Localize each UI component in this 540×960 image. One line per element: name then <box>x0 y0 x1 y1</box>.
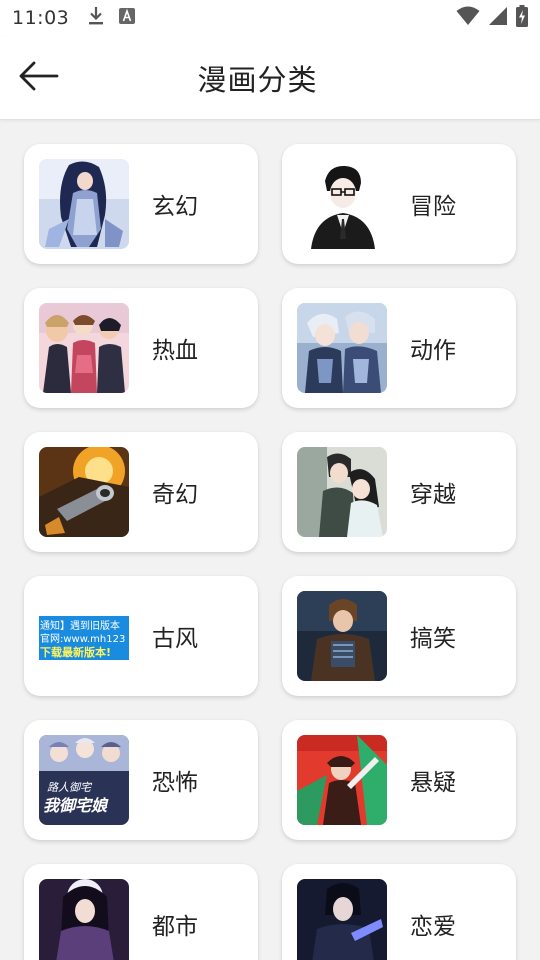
notice-line-1: 通知】遇到旧版本 <box>40 619 120 632</box>
category-card-ancient[interactable]: 通知】遇到旧版本 官网:www.mh123 下载最新版本! 古风 <box>24 576 258 696</box>
category-thumbnail <box>297 591 387 681</box>
category-thumbnail <box>39 447 129 537</box>
category-thumbnail: 通知】遇到旧版本 官网:www.mh123 下载最新版本! <box>39 591 129 681</box>
category-card-urban[interactable]: 都市 <box>24 864 258 960</box>
category-thumbnail <box>39 879 129 960</box>
category-label: 穿越 <box>410 482 456 508</box>
status-time: 11:03 <box>12 7 70 29</box>
category-grid: 玄幻 冒险 热血 动作 奇幻 穿越 通知】遇到旧版本 官网:www.mh123 … <box>0 121 540 960</box>
category-thumbnail <box>297 879 387 960</box>
category-card-comedy[interactable]: 搞笑 <box>282 576 516 696</box>
category-card-timetravel[interactable]: 穿越 <box>282 432 516 552</box>
category-card-romance[interactable]: 恋爱 <box>282 864 516 960</box>
category-card-fantasy[interactable]: 玄幻 <box>24 144 258 264</box>
category-card-mystery[interactable]: 悬疑 <box>282 720 516 840</box>
notice-line-2: 官网:www.mh123 <box>40 632 125 645</box>
category-card-action[interactable]: 动作 <box>282 288 516 408</box>
category-card-adventure[interactable]: 冒险 <box>282 144 516 264</box>
download-icon <box>87 6 105 30</box>
category-label: 奇幻 <box>152 482 198 508</box>
category-card-horror[interactable]: 路人御宅 我御宅娘 恐怖 <box>24 720 258 840</box>
category-thumbnail <box>39 303 129 393</box>
category-card-passion[interactable]: 热血 <box>24 288 258 408</box>
category-label: 悬疑 <box>410 770 456 796</box>
category-thumbnail <box>297 447 387 537</box>
category-label: 古风 <box>152 626 198 652</box>
category-label: 恋爱 <box>410 914 456 940</box>
battery-charging-icon <box>516 5 528 31</box>
category-thumbnail: 路人御宅 我御宅娘 <box>39 735 129 825</box>
cover-title-small: 路人御宅 <box>47 781 93 794</box>
category-thumbnail <box>297 159 387 249</box>
category-label: 恐怖 <box>152 770 198 796</box>
signal-icon <box>488 6 508 30</box>
cover-title-large: 我御宅娘 <box>43 796 109 815</box>
app-bar: 漫画分类 <box>0 36 540 120</box>
category-thumbnail <box>39 159 129 249</box>
category-card-magic[interactable]: 奇幻 <box>24 432 258 552</box>
category-label: 热血 <box>152 338 198 364</box>
back-button[interactable] <box>14 58 62 98</box>
category-label: 都市 <box>152 914 198 940</box>
category-label: 冒险 <box>410 194 456 220</box>
category-label: 动作 <box>410 338 456 364</box>
status-bar: 11:03 <box>0 0 540 36</box>
category-label: 玄幻 <box>152 194 198 220</box>
page-title: 漫画分类 <box>197 63 318 97</box>
wifi-icon <box>456 6 480 30</box>
category-thumbnail <box>297 735 387 825</box>
app-a-icon <box>119 8 136 28</box>
category-label: 搞笑 <box>410 626 456 652</box>
notice-line-3: 下载最新版本! <box>40 645 111 659</box>
category-thumbnail <box>297 303 387 393</box>
arrow-left-icon <box>17 60 59 96</box>
